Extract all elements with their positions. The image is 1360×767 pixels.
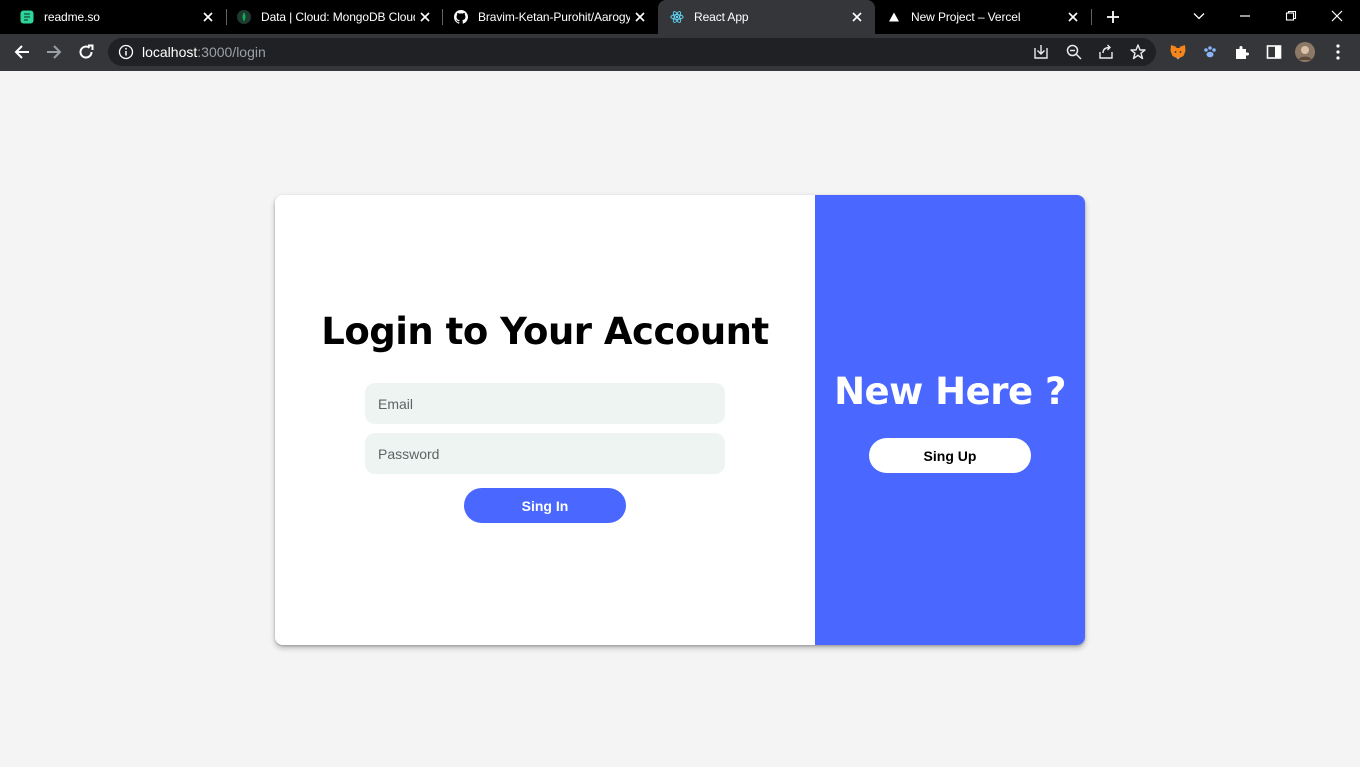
sign-in-button[interactable]: Sing In bbox=[464, 488, 626, 523]
signup-panel: New Here ? Sing Up bbox=[815, 195, 1085, 645]
zoom-out-icon[interactable] bbox=[1065, 43, 1083, 61]
plus-icon bbox=[1107, 11, 1119, 23]
mongodb-leaf-icon bbox=[237, 10, 251, 24]
extensions-button[interactable] bbox=[1230, 40, 1254, 64]
arrow-right-icon bbox=[47, 45, 62, 59]
close-icon bbox=[1331, 10, 1343, 22]
tab-github[interactable]: Bravim-Ketan-Purohit/Aarogya bbox=[442, 0, 658, 34]
tab-title: New Project – Vercel bbox=[911, 10, 1021, 24]
readme-so-icon bbox=[20, 10, 34, 24]
forward-button[interactable] bbox=[42, 40, 66, 64]
reload-icon bbox=[79, 44, 94, 59]
install-app-icon[interactable] bbox=[1032, 43, 1050, 61]
password-field[interactable] bbox=[365, 433, 725, 474]
login-title: Login to Your Account bbox=[321, 310, 769, 353]
close-icon[interactable] bbox=[632, 9, 648, 25]
menu-button[interactable] bbox=[1326, 40, 1350, 64]
minimize-icon bbox=[1240, 15, 1250, 17]
sign-up-button[interactable]: Sing Up bbox=[869, 438, 1031, 473]
profile-button[interactable] bbox=[1293, 40, 1317, 64]
login-panel: Login to Your Account Sing In bbox=[275, 195, 815, 645]
login-card: Login to Your Account Sing In New Here ?… bbox=[275, 195, 1085, 645]
tab-title: Data | Cloud: MongoDB Cloud bbox=[261, 10, 415, 24]
address-bar[interactable]: localhost:3000/login bbox=[108, 38, 1156, 66]
close-icon[interactable] bbox=[849, 9, 865, 25]
side-panel-icon bbox=[1266, 45, 1282, 59]
new-tab-button[interactable] bbox=[1101, 6, 1125, 28]
react-icon bbox=[670, 10, 684, 24]
avatar bbox=[1295, 42, 1315, 62]
close-icon[interactable] bbox=[1065, 9, 1081, 25]
tab-title: readme.so bbox=[44, 10, 100, 24]
bookmark-star-icon[interactable] bbox=[1129, 43, 1147, 61]
paw-icon bbox=[1204, 46, 1216, 58]
url-path: :3000/login bbox=[197, 44, 266, 60]
tab-mongodb[interactable]: Data | Cloud: MongoDB Cloud bbox=[225, 0, 443, 34]
site-info-icon[interactable] bbox=[118, 44, 134, 60]
share-icon[interactable] bbox=[1097, 43, 1115, 61]
vercel-triangle-icon bbox=[887, 10, 901, 24]
reload-button[interactable] bbox=[74, 40, 98, 64]
puzzle-icon bbox=[1236, 46, 1249, 59]
tab-title: Bravim-Ketan-Purohit/Aarogya bbox=[478, 10, 630, 24]
close-icon[interactable] bbox=[200, 9, 216, 25]
url-text: localhost:3000/login bbox=[142, 44, 266, 60]
metamask-extension[interactable] bbox=[1166, 40, 1190, 64]
close-icon[interactable] bbox=[417, 9, 433, 25]
github-icon bbox=[454, 10, 468, 24]
signup-title: New Here ? bbox=[834, 370, 1066, 413]
tab-readme[interactable]: readme.so bbox=[8, 0, 226, 34]
kebab-menu-icon bbox=[1336, 44, 1340, 60]
tab-react-app[interactable]: React App bbox=[658, 0, 875, 34]
fox-icon bbox=[1170, 45, 1186, 60]
restore-button[interactable] bbox=[1280, 6, 1302, 26]
restore-icon bbox=[1285, 10, 1297, 21]
minimize-button[interactable] bbox=[1234, 6, 1256, 26]
tab-search-button[interactable] bbox=[1188, 6, 1210, 26]
arrow-left-icon bbox=[14, 45, 29, 59]
tab-separator bbox=[1091, 9, 1092, 25]
tab-title: React App bbox=[694, 10, 749, 24]
paw-extension[interactable] bbox=[1198, 40, 1222, 64]
close-window-button[interactable] bbox=[1326, 6, 1348, 26]
back-button[interactable] bbox=[10, 40, 34, 64]
tab-strip: readme.so Data | Cloud: MongoDB Cloud Br… bbox=[0, 0, 1360, 34]
email-field[interactable] bbox=[365, 383, 725, 424]
side-panel-button[interactable] bbox=[1262, 40, 1286, 64]
browser-toolbar: localhost:3000/login bbox=[0, 34, 1360, 71]
url-host: localhost bbox=[142, 44, 198, 60]
chevron-down-icon bbox=[1193, 13, 1205, 20]
tab-vercel[interactable]: New Project – Vercel bbox=[875, 0, 1091, 34]
